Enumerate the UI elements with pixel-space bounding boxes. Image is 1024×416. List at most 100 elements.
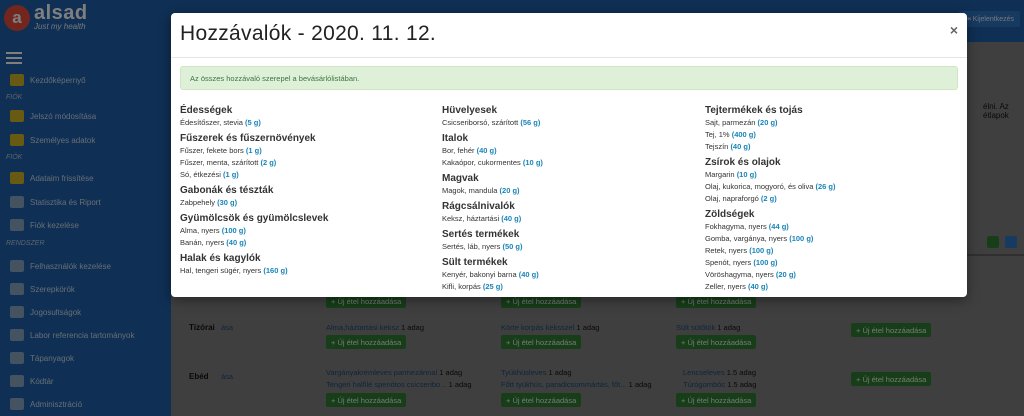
ingredient-item: Kenyér, bakonyi barna (40 g) xyxy=(442,269,692,281)
category-title: Édességek xyxy=(180,105,233,116)
ingredient-name: Spenót, nyers xyxy=(705,258,752,267)
ingredient-item: Banán, nyers (40 g) xyxy=(180,237,430,249)
category-title: Zsírok és olajok xyxy=(705,157,781,168)
ingredient-item: Sajt, parmezán (20 g) xyxy=(705,117,955,129)
ingredient-quantity: (20 g) xyxy=(757,118,778,127)
ingredient-name: Kakaópor, cukormentes xyxy=(442,158,521,167)
ingredients-modal: Hozzávalók - 2020. 11. 12. × Az összes h… xyxy=(171,13,967,297)
ingredient-quantity: (30 g) xyxy=(217,198,238,207)
ingredient-quantity: (20 g) xyxy=(499,186,520,195)
ingredient-name: Sajt, parmezán xyxy=(705,118,756,127)
ingredient-name: Banán, nyers xyxy=(180,238,225,247)
ingredient-quantity: (1 g) xyxy=(222,170,239,179)
ingredient-quantity: (20 g) xyxy=(775,270,796,279)
ingredient-item: Hal, tengeri sügér, nyers (160 g) xyxy=(180,265,430,277)
ingredient-name: Kifli, korpás xyxy=(442,282,481,291)
ingredient-item: Bor, fehér (40 g) xyxy=(442,145,692,157)
ingredient-item: Fokhagyma, nyers (44 g) xyxy=(705,221,955,233)
category-title: Sült termékek xyxy=(442,257,508,268)
ingredient-quantity: (40 g) xyxy=(501,214,522,223)
ingredient-category: Fűszerek és fűszernövények Fűszer, fekete… xyxy=(180,132,430,181)
ingredient-item: Tej, 1% (400 g) xyxy=(705,129,955,141)
category-title: Halak és kagylók xyxy=(180,253,261,264)
ingredient-item: Gomba, vargánya, nyers (100 g) xyxy=(705,233,955,245)
ingredient-category: Sült termékek Kenyér, bakonyi barna (40 g… xyxy=(442,256,692,293)
ingredient-quantity: (1 g) xyxy=(245,146,262,155)
ingredient-name: Fokhagyma, nyers xyxy=(705,222,767,231)
category-title: Italok xyxy=(442,133,469,144)
ingredient-name: Fűszer, fekete bors xyxy=(180,146,244,155)
ingredient-item: Kifli, korpás (25 g) xyxy=(442,281,692,293)
ingredient-category: Italok Bor, fehér (40 g) Kakaópor, cukorme… xyxy=(442,132,692,169)
ingredient-quantity: (40 g) xyxy=(226,238,247,247)
ingredients-column-2: Hüvelyesek Csicseriborsó, szárított (56 g… xyxy=(442,101,692,293)
ingredient-item: Édesítőszer, stevia (5 g) xyxy=(180,117,430,129)
ingredient-item: Magok, mandula (20 g) xyxy=(442,185,692,197)
category-title: Rágcsálnivalók xyxy=(442,201,515,212)
ingredient-name: Olaj, napraforgó xyxy=(705,194,759,203)
ingredient-quantity: (100 g) xyxy=(221,226,246,235)
ingredient-item: Zeller, nyers (40 g) xyxy=(705,281,955,293)
ingredient-item: Keksz, háztartási (40 g) xyxy=(442,213,692,225)
ingredient-name: Fűszer, menta, szárított xyxy=(180,158,259,167)
success-alert: Az összes hozzávaló szerepel a bevásárló… xyxy=(180,66,958,90)
ingredient-item: Zabpehely (30 g) xyxy=(180,197,430,209)
ingredient-item: Csicseriborsó, szárított (56 g) xyxy=(442,117,692,129)
ingredient-category: Sertés termékek Sertés, láb, nyers (50 g) xyxy=(442,228,692,253)
category-title: Magvak xyxy=(442,173,479,184)
ingredient-name: Olaj, kukorica, mogyoró, és oliva xyxy=(705,182,814,191)
ingredient-quantity: (40 g) xyxy=(730,142,751,151)
ingredient-quantity: (100 g) xyxy=(753,258,778,267)
ingredient-name: Édesítőszer, stevia xyxy=(180,118,243,127)
ingredient-item: Olaj, napraforgó (2 g) xyxy=(705,193,955,205)
ingredient-item: Olaj, kukorica, mogyoró, és oliva (26 g) xyxy=(705,181,955,193)
ingredient-name: Hal, tengeri sügér, nyers xyxy=(180,266,262,275)
ingredient-category: Zsírok és olajok Margarin (10 g) Olaj, kuk… xyxy=(705,156,955,205)
ingredient-quantity: (100 g) xyxy=(789,234,814,243)
ingredient-item: Fűszer, fekete bors (1 g) xyxy=(180,145,430,157)
ingredient-quantity: (100 g) xyxy=(749,246,774,255)
ingredient-name: Gomba, vargánya, nyers xyxy=(705,234,788,243)
ingredient-quantity: (10 g) xyxy=(522,158,543,167)
ingredient-name: Tejszín xyxy=(705,142,729,151)
ingredient-item: Kakaópor, cukormentes (10 g) xyxy=(442,157,692,169)
ingredient-category: Rágcsálnivalók Keksz, háztartási (40 g) xyxy=(442,200,692,225)
ingredient-quantity: (5 g) xyxy=(245,118,261,127)
ingredient-name: Zabpehely xyxy=(180,198,216,207)
ingredient-name: Alma, nyers xyxy=(180,226,220,235)
ingredient-name: Retek, nyers xyxy=(705,246,748,255)
ingredient-item: Tejszín (40 g) xyxy=(705,141,955,153)
ingredient-quantity: (44 g) xyxy=(768,222,789,231)
ingredient-quantity: (400 g) xyxy=(731,130,756,139)
ingredient-quantity: (160 g) xyxy=(263,266,288,275)
ingredient-item: Vöröshagyma, nyers (20 g) xyxy=(705,269,955,281)
ingredients-column-3: Tejtermékek és tojás Sajt, parmezán (20 g… xyxy=(705,101,955,293)
ingredient-name: Sertés, láb, nyers xyxy=(442,242,501,251)
ingredient-quantity: (40 g) xyxy=(518,270,539,279)
category-title: Hüvelyesek xyxy=(442,105,498,116)
ingredient-quantity: (10 g) xyxy=(736,170,757,179)
ingredient-quantity: (25 g) xyxy=(482,282,503,291)
ingredient-category: Halak és kagylók Hal, tengeri sügér, nyer… xyxy=(180,252,430,277)
category-title: Sertés termékek xyxy=(442,229,520,240)
category-title: Gabonák és tészták xyxy=(180,185,274,196)
ingredient-quantity: (26 g) xyxy=(815,182,836,191)
ingredient-quantity: (2 g) xyxy=(760,194,777,203)
ingredient-quantity: (50 g) xyxy=(502,242,523,251)
ingredient-name: Keksz, háztartási xyxy=(442,214,500,223)
ingredient-name: Tej, 1% xyxy=(705,130,730,139)
modal-title: Hozzávalók - 2020. 11. 12. xyxy=(180,22,437,45)
ingredient-name: Só, étkezési xyxy=(180,170,221,179)
ingredient-category: Tejtermékek és tojás Sajt, parmezán (20 g… xyxy=(705,104,955,153)
ingredient-category: Hüvelyesek Csicseriborsó, szárított (56 g… xyxy=(442,104,692,129)
close-icon[interactable]: × xyxy=(950,22,958,38)
ingredient-name: Zeller, nyers xyxy=(705,282,746,291)
ingredient-quantity: (56 g) xyxy=(520,118,541,127)
ingredients-column-1: Édességek Édesítőszer, stevia (5 g) Fűszer… xyxy=(180,101,430,277)
ingredient-item: Sertés, láb, nyers (50 g) xyxy=(442,241,692,253)
ingredient-item: Spenót, nyers (100 g) xyxy=(705,257,955,269)
ingredient-category: Magvak Magok, mandula (20 g) xyxy=(442,172,692,197)
ingredient-item: Só, étkezési (1 g) xyxy=(180,169,430,181)
ingredient-quantity: (40 g) xyxy=(747,282,768,291)
ingredient-category: Édességek Édesítőszer, stevia (5 g) xyxy=(180,104,430,129)
